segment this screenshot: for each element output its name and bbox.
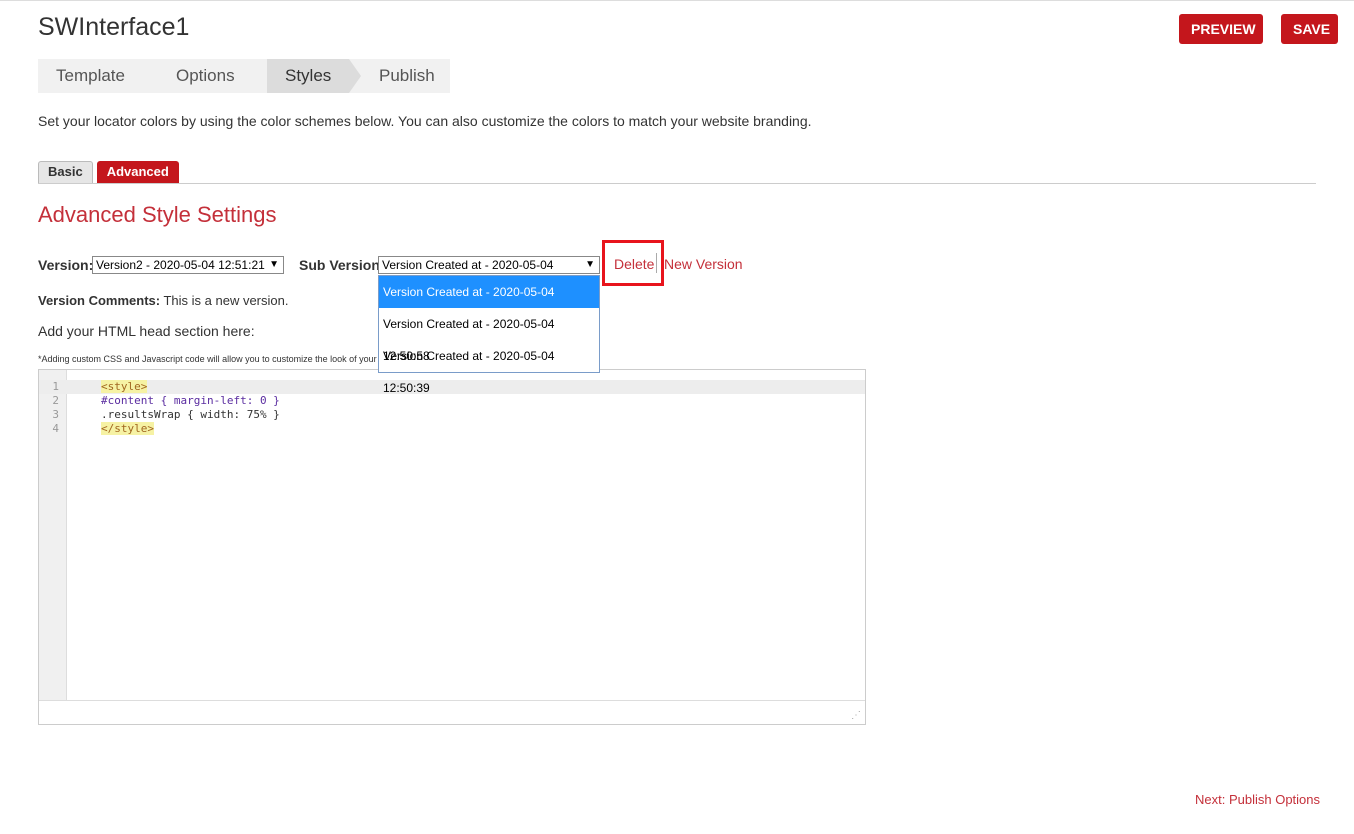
intro-text: Set your locator colors by using the col… <box>38 113 812 129</box>
preview-button[interactable]: PREVIEW <box>1179 14 1263 44</box>
code-token: </style> <box>101 422 154 435</box>
version-select[interactable]: Version2 - 2020-05-04 12:51:21 ▼ <box>92 256 284 274</box>
tab-advanced[interactable]: Advanced <box>96 161 179 183</box>
next-publish-options-link[interactable]: Next: Publish Options <box>1195 792 1320 807</box>
dropdown-arrow-icon: ▼ <box>269 259 279 270</box>
section-title: Advanced Style Settings <box>38 202 277 227</box>
editor-divider <box>39 700 865 701</box>
new-version-link[interactable]: New Version <box>664 256 743 272</box>
head-section-label: Add your HTML head section here: <box>38 323 255 339</box>
delete-link[interactable]: Delete <box>614 256 654 272</box>
version-label: Version: <box>38 257 94 273</box>
line-number: 3 <box>52 408 59 421</box>
tab-basic[interactable]: Basic <box>38 161 93 183</box>
code-line[interactable]: 1 <style> <box>39 380 865 394</box>
code-text: <style> <box>101 380 148 394</box>
dropdown-option[interactable]: Version Created at - 2020-05-04 12:51:21 <box>379 276 599 331</box>
wizard-steps: Template Options Styles Publish <box>38 59 450 93</box>
code-text: #content { margin-left: 0 } <box>101 394 280 407</box>
subversion-label: Sub Version: <box>299 257 385 273</box>
wizard-step-styles[interactable]: Styles <box>267 59 361 93</box>
dropdown-option[interactable]: Version Created at - 2020-05-04 12:50:39 <box>379 340 599 395</box>
subversion-select[interactable]: Version Created at - 2020-05-04 12:51:21… <box>378 256 600 288</box>
version-comments-text: This is a new version. <box>163 293 289 308</box>
code-line[interactable]: 2 #content { margin-left: 0 } <box>39 394 865 408</box>
version-comments-label: Version Comments: <box>38 293 161 308</box>
version-select-value: Version2 - 2020-05-04 12:51:21 <box>96 258 265 272</box>
dropdown-arrow-icon: ▼ <box>585 259 595 270</box>
resize-handle-icon[interactable]: ⋰ <box>851 710 863 722</box>
version-comments: Version Comments: This is a new version. <box>38 293 288 308</box>
save-button[interactable]: SAVE <box>1281 14 1338 44</box>
subversion-dropdown-list: Version Created at - 2020-05-04 12:51:21… <box>378 275 600 395</box>
code-token: <style> <box>101 380 148 393</box>
custom-code-note: *Adding custom CSS and Javascript code w… <box>38 354 377 364</box>
dropdown-option[interactable]: Version Created at - 2020-05-04 12:50:58 <box>379 308 599 363</box>
style-tabs: Basic Advanced <box>38 161 179 183</box>
line-number: 2 <box>52 394 59 407</box>
link-separator <box>656 253 657 273</box>
wizard-step-template[interactable]: Template <box>38 59 149 93</box>
code-text: </style> <box>101 422 154 436</box>
wizard-step-publish[interactable]: Publish <box>349 59 450 93</box>
page-title: SWInterface1 <box>38 13 190 41</box>
line-number: 4 <box>52 422 59 435</box>
tabs-divider <box>38 183 1316 184</box>
line-number: 1 <box>52 380 59 393</box>
code-editor[interactable]: 1 <style> 2 #content { margin-left: 0 } … <box>38 369 866 725</box>
code-line[interactable]: 4 </style> <box>39 422 865 436</box>
code-line[interactable]: 3 .resultsWrap { width: 75% } <box>39 408 865 422</box>
wizard-step-options[interactable]: Options <box>149 59 267 93</box>
code-text: .resultsWrap { width: 75% } <box>101 408 280 421</box>
